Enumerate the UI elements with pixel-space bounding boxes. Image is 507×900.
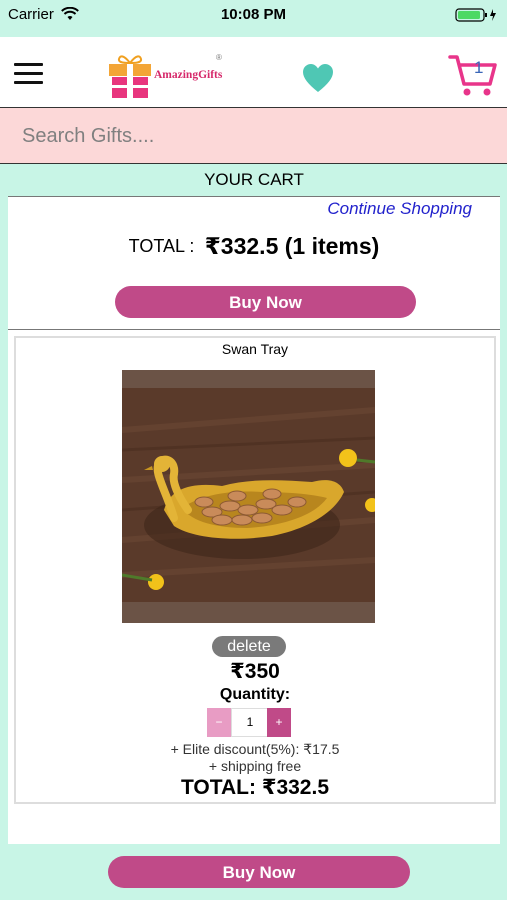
divider — [8, 329, 500, 330]
status-time: 10:08 PM — [220, 6, 287, 23]
continue-shopping-link[interactable]: Continue Shopping — [327, 199, 472, 219]
cart-count-badge: 1 — [474, 58, 484, 77]
shipping-line: + shipping free — [208, 758, 302, 774]
item-total: TOTAL: ₹332.5 — [180, 776, 330, 799]
menu-icon[interactable] — [14, 63, 43, 85]
gift-logo-icon — [109, 55, 151, 98]
brand-name: AmazingGifts — [154, 69, 223, 81]
brand-logo[interactable]: AmazingGifts ® — [108, 51, 233, 99]
quantity-stepper: − 1 + — [207, 708, 291, 737]
cart-total-label: TOTAL : — [128, 236, 195, 256]
quantity-label: Quantity: — [219, 686, 291, 703]
cart-icon[interactable] — [448, 54, 498, 98]
buy-now-button-top[interactable]: Buy Now — [115, 286, 416, 318]
search-input[interactable] — [22, 122, 482, 150]
item-price: ₹350 — [230, 660, 280, 683]
discount-line: + Elite discount(5%): ₹17.5 — [170, 741, 340, 757]
app-header: AmazingGifts ® 1 — [0, 37, 507, 108]
heart-icon[interactable] — [302, 63, 334, 93]
swan-tray-illustration — [122, 370, 375, 623]
decrease-quantity-button[interactable]: − — [207, 708, 231, 737]
quantity-value[interactable]: 1 — [231, 708, 269, 737]
cart-summary: TOTAL : ₹332.5 (1 items) — [8, 233, 500, 260]
battery-icon — [455, 8, 496, 22]
buy-now-button-bottom[interactable]: Buy Now — [108, 856, 410, 888]
increase-quantity-button[interactable]: + — [267, 708, 291, 737]
product-image — [122, 370, 375, 623]
item-name: Swan Tray — [221, 341, 289, 357]
cart-item-card: Swan Tray delete ₹350 Quantity: − 1 + + … — [14, 336, 496, 804]
search-bar — [0, 108, 507, 164]
status-bar: Carrier 10:08 PM — [0, 0, 507, 30]
cart-panel: Continue Shopping TOTAL : ₹332.5 (1 item… — [8, 197, 500, 844]
registered-mark: ® — [216, 53, 222, 62]
delete-button[interactable]: delete — [212, 636, 286, 657]
page-title: YOUR CART — [8, 164, 500, 197]
cart-total-value: ₹332.5 (1 items) — [204, 233, 380, 259]
